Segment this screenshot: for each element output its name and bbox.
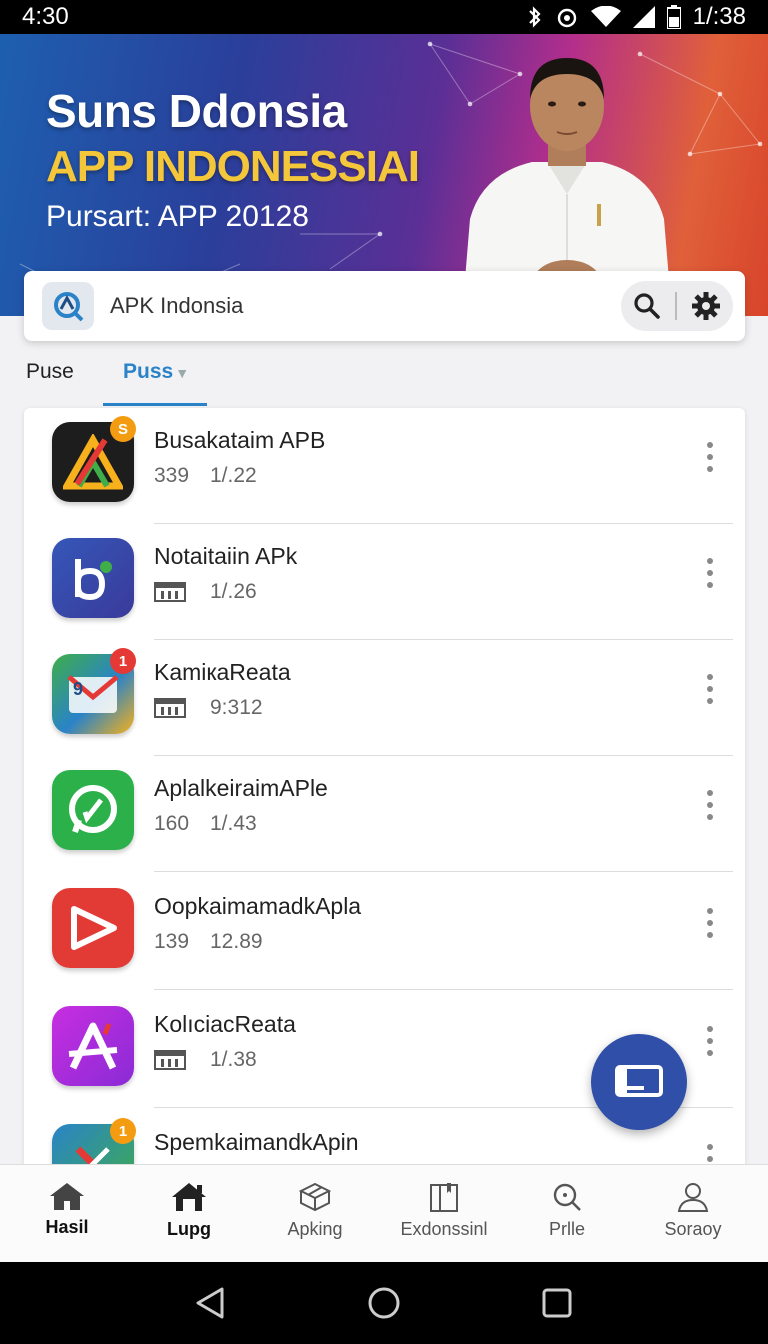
banner-subtitle: APP INDONESSIAI [46,142,420,191]
book-icon [430,1183,458,1212]
gear-icon[interactable] [691,291,721,321]
app-icon-chat [52,770,134,850]
app-version: 1/.43 [210,812,257,835]
app-version: 1/.38 [210,1048,257,1071]
app-rating: 160 [154,812,190,835]
tab-puse[interactable]: Puse [26,360,74,384]
app-version: 1/.26 [210,580,257,603]
search-icon [553,1183,581,1211]
nav-item-lupg[interactable]: Lupg [125,1165,253,1263]
row-divider [154,989,733,990]
list-item[interactable]: AplalkeiraimAPle 160 1/.43 [24,756,745,872]
svg-text:9: 9 [73,679,83,699]
cast-fab-button[interactable] [591,1034,687,1130]
tab-bar: Puse Puss ▼ [0,350,768,408]
notification-badge: 1 [110,648,136,674]
status-time: 4:30 [22,3,69,30]
list-item[interactable]: OopkaimamadkApla 139 12.89 [24,874,745,990]
app-icon-a [52,1006,134,1086]
nav-label: Apking [287,1219,343,1239]
app-rating: 339 [154,464,190,487]
store-icon [154,582,186,602]
search-actions [621,281,733,331]
nav-item-prlle[interactable]: Prlle [503,1165,631,1263]
list-item[interactable]: Notaitaiin APk 1/.26 [24,524,745,640]
store-icon [154,1050,186,1070]
battery-icon [666,5,681,29]
app-icon-play [52,888,134,968]
app-name: Busakataim APB [154,427,326,453]
home-outline-icon [172,1183,206,1211]
more-options-icon[interactable] [700,674,720,704]
nav-label: Exdonssinl [400,1219,488,1239]
app-version: 12.89 [210,930,263,953]
bottom-navigation: Hasil Lupg Apking Exdonssinl Prlle Sorao… [0,1164,768,1262]
more-options-icon[interactable] [700,908,720,938]
app-version: 1/.22 [210,464,257,487]
active-tab-indicator [103,403,207,406]
app-name: OopkaimamadkApla [154,893,362,919]
app-meta: 339 1/.22 [154,464,257,488]
app-meta: 160 1/.43 [154,812,257,836]
more-options-icon[interactable] [700,442,720,472]
more-options-icon[interactable] [700,1144,720,1164]
nav-item-soraoy[interactable]: Soraoy [629,1165,757,1263]
app-meta: 139 12.89 [154,930,263,954]
store-icon [154,698,186,718]
nav-label: Lupg [167,1219,211,1239]
tab-puss[interactable]: Puss ▼ [123,360,189,384]
back-icon[interactable] [194,1286,226,1320]
nav-item-hasil[interactable]: Hasil [3,1165,131,1263]
row-divider [154,871,733,872]
app-meta: 1/.26 [154,580,257,604]
bluetooth-icon [528,6,541,28]
home-icon [50,1183,84,1210]
status-icons: 1/:38 [527,3,746,31]
more-options-icon[interactable] [700,1026,720,1056]
list-item[interactable]: 9 1 KamiкaReata 9:312 [24,640,745,756]
nav-label: Prlle [548,1219,585,1239]
status-bar: 4:30 1/:38 [0,0,768,34]
status-clock-right: 1/:38 [692,3,746,30]
notification-badge: S [110,416,136,442]
nav-label: Soraoy [664,1219,722,1239]
wifi-icon [590,6,621,27]
more-options-icon[interactable] [700,790,720,820]
search-bar[interactable]: APK Indonsia [24,271,745,341]
app-logo-icon[interactable] [42,282,94,330]
chevron-down-icon: ▼ [175,365,190,381]
system-navigation-bar [0,1262,768,1344]
actions-divider [675,292,677,320]
box-icon [298,1182,332,1212]
person-icon [677,1183,709,1212]
app-name: Notaitaiin APk [154,543,298,569]
banner-title: Suns Ddonsia [46,85,347,137]
notification-badge: 1 [110,1118,136,1144]
cast-screen-icon [615,1065,663,1097]
app-name: KamiкaReata [154,659,291,685]
app-rating: 139 [154,930,190,953]
search-input[interactable]: APK Indonsia [110,293,621,319]
more-options-icon[interactable] [700,558,720,588]
signal-icon [632,6,655,28]
tab-puss-label: Puss [123,360,174,383]
nav-item-exdonssinl[interactable]: Exdonssinl [380,1165,508,1263]
app-name: SpemkaimandkApin [154,1129,359,1155]
app-name: AplalkeiraimAPle [154,775,328,801]
app-name: KolıciacReata [154,1011,296,1037]
app-version: 9:312 [210,696,263,719]
banner-tagline: Pursart: APP 20128 [46,200,309,233]
alarm-icon [557,8,576,28]
app-icon-b [52,538,134,618]
nav-item-apking[interactable]: Apking [251,1165,379,1263]
recents-icon[interactable] [541,1286,573,1320]
home-circle-icon[interactable] [367,1286,401,1320]
app-meta: 1/.38 [154,1048,257,1072]
list-item[interactable]: S Busakataim APB 339 1/.22 [24,408,745,524]
app-meta: 9:312 [154,696,263,720]
search-icon[interactable] [633,292,661,320]
nav-label: Hasil [45,1217,89,1237]
